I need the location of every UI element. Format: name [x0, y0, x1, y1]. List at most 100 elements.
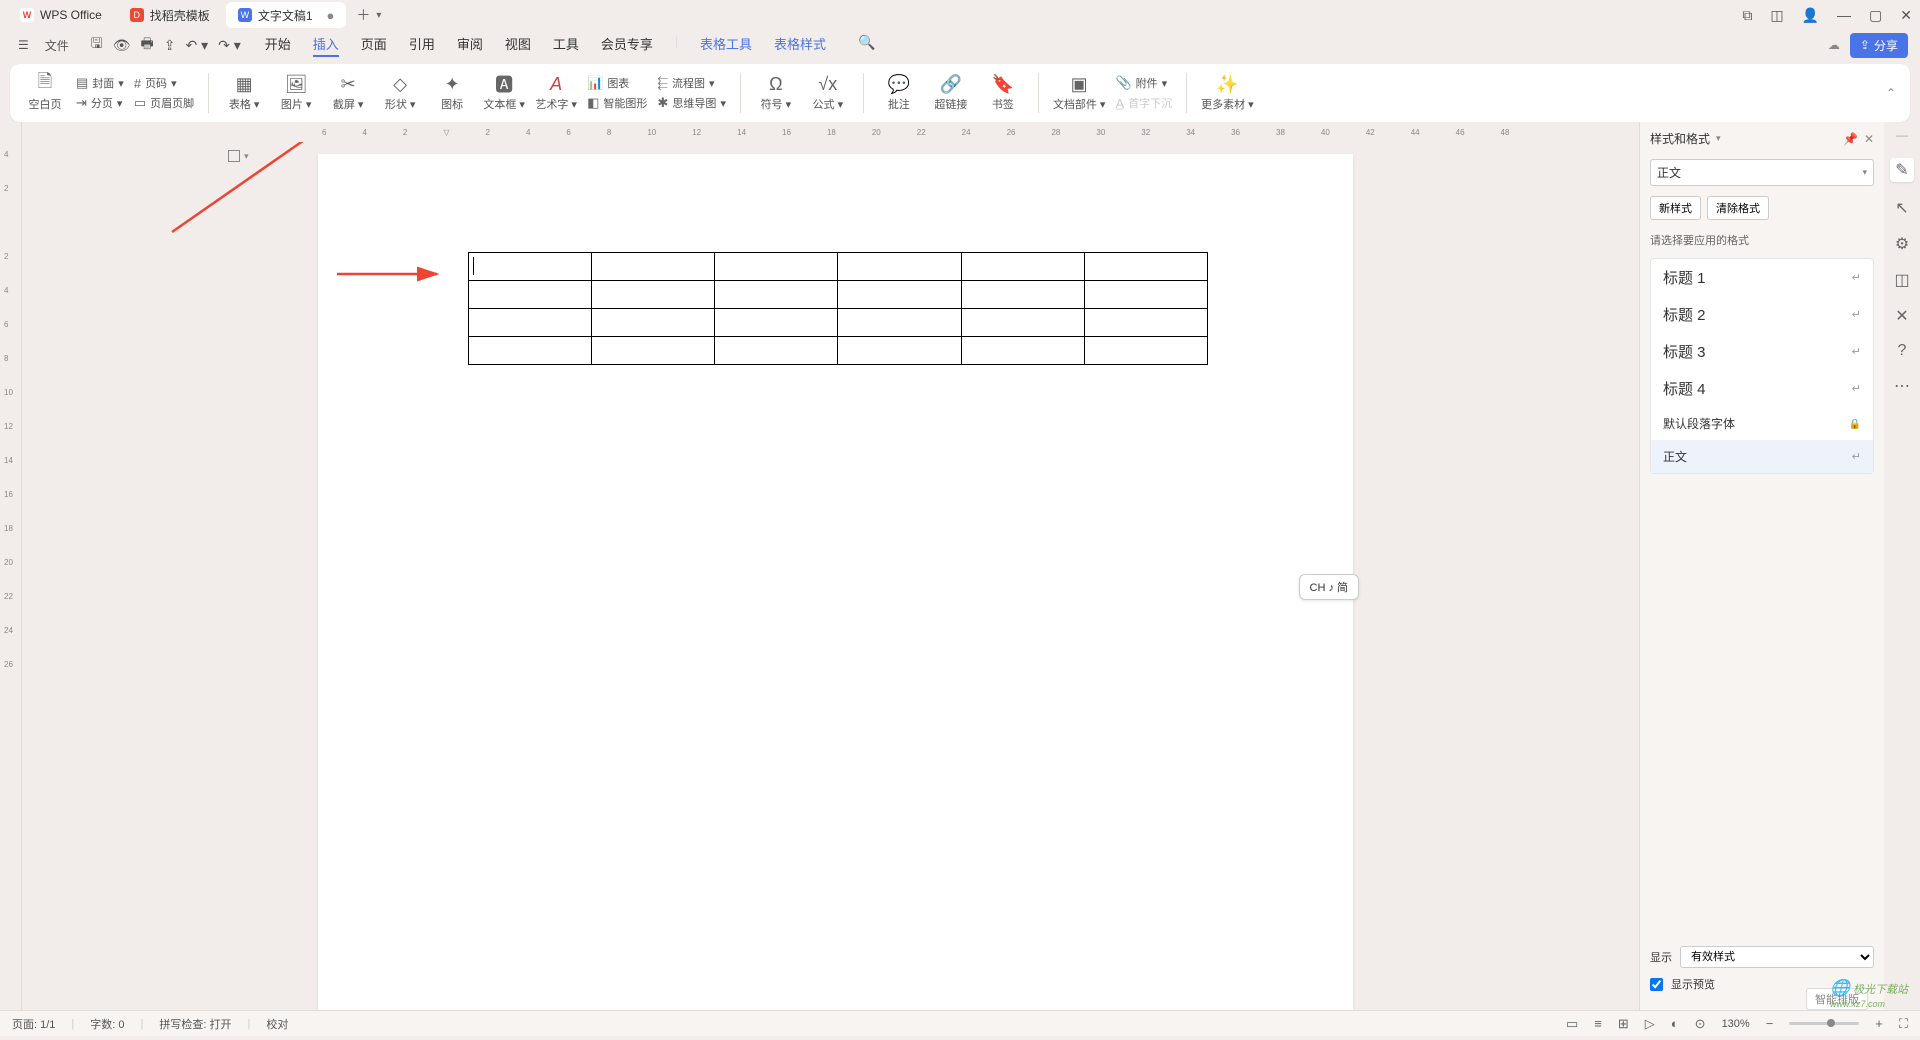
table-cell[interactable]	[592, 253, 715, 281]
tab-document[interactable]: W 文字文稿1 ●	[226, 2, 347, 28]
style-item-body[interactable]: 正文↵	[1651, 440, 1873, 473]
settings-icon[interactable]: ⚙	[1895, 234, 1909, 254]
page[interactable]: ▾	[318, 154, 1353, 1010]
table-row[interactable]	[469, 337, 1208, 365]
word-count[interactable]: 字数: 0	[90, 1016, 124, 1032]
table-cell[interactable]	[961, 337, 1084, 365]
search-icon[interactable]: 🔍	[858, 34, 875, 57]
table-cell[interactable]	[1084, 281, 1207, 309]
collapse-side-icon[interactable]: —	[1896, 128, 1908, 142]
tab-member[interactable]: 会员专享	[601, 34, 653, 57]
bookmark-button[interactable]: 🔖书签	[982, 74, 1024, 112]
table-row[interactable]	[469, 253, 1208, 281]
print-icon[interactable]: 🖶	[141, 33, 154, 57]
view-outline-icon[interactable]: ≡	[1594, 1016, 1602, 1031]
hyperlink-button[interactable]: 🔗超链接	[930, 74, 972, 112]
tab-view[interactable]: 视图	[505, 34, 531, 57]
app-tab[interactable]: W WPS Office	[8, 2, 114, 28]
zoom-in-icon[interactable]: +	[1875, 1016, 1883, 1031]
cover-button[interactable]: ▤封面 ▾	[76, 75, 124, 91]
redo-icon[interactable]: ↷ ▾	[218, 37, 241, 54]
zoom-out-icon[interactable]: −	[1766, 1016, 1774, 1031]
collapse-ribbon-icon[interactable]: ⌃	[1886, 86, 1896, 100]
zoom-level[interactable]: 130%	[1722, 1018, 1750, 1030]
flowchart-button[interactable]: ⬱流程图 ▾	[657, 75, 725, 91]
table-cell[interactable]	[961, 281, 1084, 309]
pin-icon[interactable]: 📌	[1843, 132, 1858, 146]
layers-icon[interactable]: ◫	[1894, 270, 1909, 290]
zoom-slider[interactable]	[1789, 1022, 1859, 1025]
print-preview-icon[interactable]: 👁	[113, 37, 131, 54]
view-focus-icon[interactable]: ◐	[1671, 1016, 1679, 1031]
more-resources-button[interactable]: ✨更多素材 ▾	[1201, 74, 1254, 112]
export-icon[interactable]: ⇪	[164, 37, 176, 54]
table-cell[interactable]	[961, 309, 1084, 337]
table-cell[interactable]	[469, 253, 592, 281]
table-row[interactable]	[469, 281, 1208, 309]
view-web-icon[interactable]: ⊞	[1618, 1016, 1629, 1032]
table-move-handle[interactable]: ▾	[228, 150, 249, 162]
document-canvas[interactable]: ▾	[22, 142, 1639, 1010]
smart-graphic-button[interactable]: ◧智能图形	[587, 95, 647, 111]
page-number-button[interactable]: #页码 ▾	[134, 75, 194, 91]
tab-template[interactable]: D 找稻壳模板	[118, 2, 222, 28]
vertical-ruler[interactable]: 4 2 2 4 6 8 10 12 14 16 18 20 22 24 26	[0, 122, 22, 1010]
tab-menu-button[interactable]: ▾	[376, 10, 381, 21]
fullscreen-icon[interactable]: ⛶	[1899, 1016, 1908, 1032]
close-icon[interactable]: ✕	[1900, 7, 1912, 24]
file-menu[interactable]: 文件	[39, 33, 75, 58]
comment-button[interactable]: 💬批注	[878, 74, 920, 112]
preview-checkbox[interactable]	[1650, 978, 1663, 991]
mindmap-button[interactable]: ✱思维导图 ▾	[657, 95, 725, 111]
view-print-icon[interactable]: ▭	[1566, 1016, 1578, 1032]
table-cell[interactable]	[715, 309, 838, 337]
tab-insert[interactable]: 插入	[313, 34, 339, 57]
hamburger-icon[interactable]: ☰	[12, 34, 35, 56]
proofing-status[interactable]: 校对	[266, 1016, 288, 1032]
spellcheck-status[interactable]: 拼写检查: 打开	[159, 1016, 231, 1032]
symbol-button[interactable]: Ω符号 ▾	[755, 74, 797, 112]
table-cell[interactable]	[469, 309, 592, 337]
attachment-button[interactable]: 📎附件 ▾	[1115, 75, 1172, 91]
close-panel-icon[interactable]: ✕	[1864, 132, 1874, 146]
more-icon[interactable]: ⋯	[1894, 376, 1910, 396]
view-read-icon[interactable]: ▷	[1645, 1016, 1655, 1032]
cursor-tool-icon[interactable]: ↖	[1895, 198, 1908, 218]
doc-parts-button[interactable]: ▣文档部件 ▾	[1053, 74, 1106, 112]
table-cell[interactable]	[592, 281, 715, 309]
table-cell[interactable]	[838, 309, 961, 337]
tab-tools[interactable]: 工具	[553, 34, 579, 57]
table-cell[interactable]	[838, 281, 961, 309]
tab-page[interactable]: 页面	[361, 34, 387, 57]
avatar-icon[interactable]: 👤	[1802, 7, 1819, 24]
pencil-tool-icon[interactable]: ✎	[1890, 158, 1914, 182]
cube-icon[interactable]: ◫	[1770, 7, 1783, 24]
horizontal-ruler[interactable]: 642▽246810121416182022242628303234363840…	[22, 122, 1639, 142]
undo-icon[interactable]: ↶ ▾	[185, 37, 208, 54]
style-item-h1[interactable]: 标题 1↵	[1651, 259, 1873, 296]
display-select[interactable]: 有效样式	[1680, 946, 1874, 968]
equation-button[interactable]: √x公式 ▾	[807, 74, 849, 112]
style-item-h3[interactable]: 标题 3↵	[1651, 333, 1873, 370]
share-button[interactable]: ⇪ 分享	[1850, 33, 1908, 58]
document-table[interactable]	[468, 252, 1208, 365]
table-button[interactable]: ▦表格 ▾	[223, 74, 265, 112]
table-cell[interactable]	[1084, 253, 1207, 281]
tab-table-tools[interactable]: 表格工具	[700, 34, 752, 57]
table-cell[interactable]	[715, 337, 838, 365]
shape-button[interactable]: ◇形状 ▾	[379, 74, 421, 112]
table-cell[interactable]	[1084, 309, 1207, 337]
ime-indicator[interactable]: CH ♪ 简	[1299, 574, 1360, 600]
help-icon[interactable]: ?	[1898, 342, 1907, 360]
picture-button[interactable]: 🖼图片 ▾	[275, 74, 317, 112]
table-cell[interactable]	[961, 253, 1084, 281]
tools-icon[interactable]: ✕	[1895, 306, 1908, 326]
table-cell[interactable]	[838, 253, 961, 281]
wordart-button[interactable]: A艺术字 ▾	[535, 74, 577, 112]
textbox-button[interactable]: 🅰文本框 ▾	[483, 74, 525, 112]
fit-icon[interactable]: ⊙	[1695, 1016, 1706, 1032]
clear-format-button[interactable]: 清除格式	[1707, 196, 1769, 220]
tab-table-style[interactable]: 表格样式	[774, 34, 826, 57]
table-cell[interactable]	[592, 309, 715, 337]
table-cell[interactable]	[838, 337, 961, 365]
